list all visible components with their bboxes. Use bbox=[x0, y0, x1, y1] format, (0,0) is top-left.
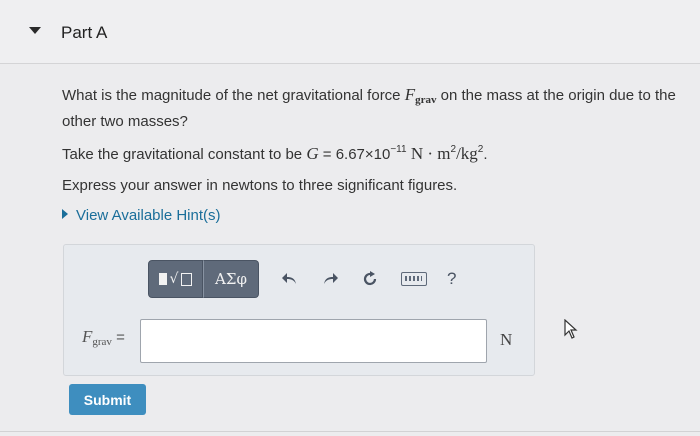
g-value: = 6.67×10 bbox=[318, 146, 391, 163]
unit-label: N bbox=[500, 330, 513, 349]
force-symbol: F bbox=[404, 85, 416, 104]
radical-icon: √ bbox=[169, 271, 179, 287]
templates-icon[interactable]: √ bbox=[148, 260, 203, 298]
question-text-before: What is the magnitude of the net gravita… bbox=[62, 87, 405, 104]
g-units-div: /kg bbox=[456, 144, 478, 163]
g-units: N · m bbox=[406, 144, 451, 163]
answer-var-subscript: grav bbox=[92, 336, 112, 348]
g-exponent: −11 bbox=[390, 144, 407, 155]
submit-button[interactable]: Submit bbox=[69, 384, 146, 415]
force-subscript: grav bbox=[415, 94, 437, 106]
g-symbol: G bbox=[306, 144, 319, 163]
part-title: Part A bbox=[61, 23, 108, 42]
hints-link-label: View Available Hint(s) bbox=[76, 207, 221, 224]
redo-icon[interactable] bbox=[317, 267, 343, 291]
help-icon[interactable]: ? bbox=[447, 269, 456, 289]
answer-equals: = bbox=[111, 329, 125, 346]
collapse-triangle-icon[interactable] bbox=[29, 27, 41, 34]
answer-input[interactable] bbox=[140, 319, 487, 363]
answer-variable-label: Fgrav = bbox=[82, 327, 125, 348]
answer-instructions: Express your answer in newtons to three … bbox=[62, 177, 458, 194]
expand-triangle-icon bbox=[62, 209, 68, 219]
mouse-cursor-icon bbox=[564, 318, 578, 344]
template-square-icon bbox=[158, 273, 167, 285]
bottom-divider bbox=[0, 431, 700, 432]
constant-prefix: Take the gravitational constant to be bbox=[62, 146, 307, 163]
greek-symbols-button[interactable]: ΑΣφ bbox=[203, 260, 259, 298]
undo-icon[interactable] bbox=[277, 267, 303, 291]
keyboard-icon[interactable] bbox=[401, 272, 427, 286]
view-hints-link[interactable]: View Available Hint(s) bbox=[62, 207, 221, 224]
answer-var-symbol: F bbox=[82, 327, 93, 346]
math-toolbar: √ ΑΣφ ? bbox=[148, 259, 476, 299]
constant-statement: Take the gravitational constant to be G … bbox=[62, 144, 488, 164]
question-text: What is the magnitude of the net gravita… bbox=[62, 84, 694, 132]
reset-icon[interactable] bbox=[357, 267, 383, 291]
template-box-icon bbox=[181, 272, 193, 286]
g-suffix: . bbox=[483, 146, 488, 163]
